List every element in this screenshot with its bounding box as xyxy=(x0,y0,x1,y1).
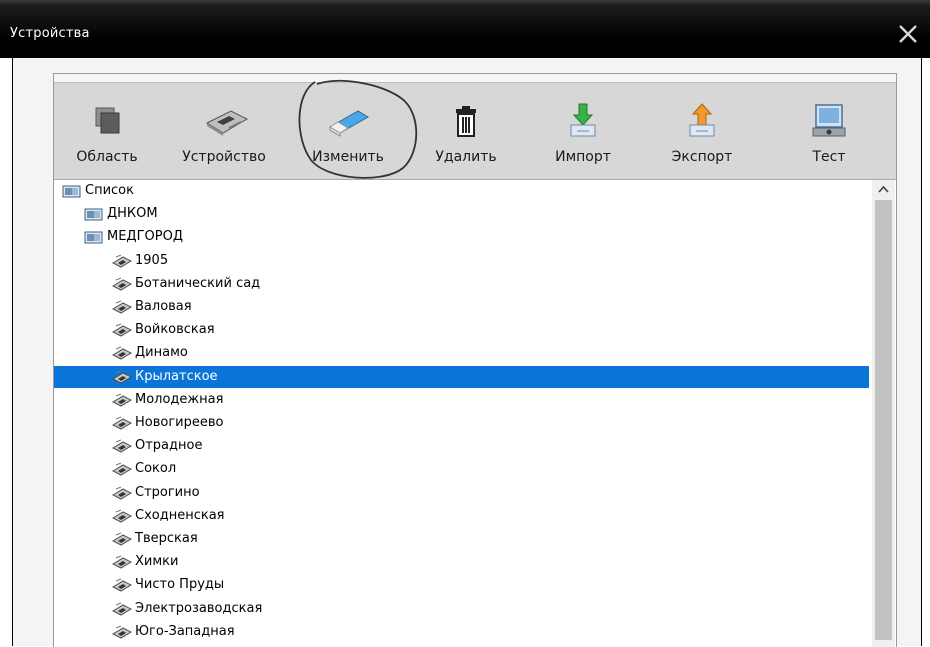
area-icon xyxy=(95,107,120,134)
folder-group-icon xyxy=(62,183,82,199)
scroll-up-arrow-icon[interactable] xyxy=(872,180,895,198)
close-icon[interactable] xyxy=(896,22,920,46)
import-icon xyxy=(570,103,596,137)
tree-device-item[interactable]: Валовая xyxy=(54,296,869,318)
edit-button[interactable]: Изменить xyxy=(288,83,408,179)
area-label: Область xyxy=(76,149,138,165)
network-test-icon xyxy=(812,104,846,137)
import-button[interactable]: Импорт xyxy=(524,83,642,179)
dialog-border xyxy=(921,58,922,646)
tree-device-item[interactable]: Отрадное xyxy=(54,435,869,457)
tree-item-label: Новогиреево xyxy=(135,415,224,430)
tree-item-label: Химки xyxy=(135,554,179,570)
tree-item-label: Список xyxy=(85,183,134,198)
tree-device-item[interactable]: Молодежная xyxy=(54,389,869,411)
test-label: Тест xyxy=(812,149,846,165)
device-node-icon xyxy=(111,577,133,593)
device-node-icon xyxy=(111,392,133,408)
import-label: Импорт xyxy=(555,149,611,165)
export-label: Экспорт xyxy=(671,149,733,165)
tree-device-item[interactable]: Сокол xyxy=(54,458,869,480)
device-node-icon xyxy=(111,322,133,338)
title-bar: Устройства xyxy=(0,0,930,58)
device-tree: Список ДНКОМ МЕДГОРОД 1905 Ботанический сад В… xyxy=(54,180,874,647)
tree-item-label: Отрадное xyxy=(135,438,203,454)
tree-item-label: Строгино xyxy=(135,484,200,500)
tree-item-label: Сходненская xyxy=(135,507,225,523)
tree-item-label: Сокол xyxy=(135,461,177,477)
panel-header xyxy=(54,74,896,83)
tree-item-label: ДНКОМ xyxy=(107,206,158,222)
device-node-icon xyxy=(111,461,133,477)
device-node-icon xyxy=(111,601,133,617)
tree-item-label: 1905 xyxy=(135,252,169,268)
tree-item-label: Динамо xyxy=(135,345,188,361)
eraser-icon xyxy=(329,110,369,137)
toolbar: Область Устройство Изменить Удалить Импо… xyxy=(54,83,896,180)
device-node-icon xyxy=(111,508,133,524)
tree-item-label: Войковская xyxy=(135,322,215,338)
tree-device-item[interactable]: Войковская xyxy=(54,319,869,341)
tree-device-item[interactable]: Тверская xyxy=(54,528,869,550)
tree-device-item[interactable]: Юго-Западная xyxy=(54,621,869,643)
device-node-icon xyxy=(111,415,133,431)
dialog-border xyxy=(12,58,13,646)
tree-group[interactable]: ДНКОМ xyxy=(54,203,869,225)
tree-item-label: Валовая xyxy=(135,299,192,314)
device-node-icon xyxy=(111,485,133,501)
tree-group[interactable]: МЕДГОРОД xyxy=(54,226,869,248)
device-node-icon xyxy=(111,345,133,361)
device-node-icon xyxy=(111,624,133,640)
device-node-icon xyxy=(111,276,133,292)
export-button[interactable]: Экспорт xyxy=(642,83,762,179)
tree-device-item[interactable]: Чисто Пруды xyxy=(54,574,869,596)
folder-group-icon xyxy=(84,229,104,245)
test-button[interactable]: Тест xyxy=(762,83,896,179)
tree-device-item[interactable]: Электрозаводская xyxy=(54,598,869,620)
window-title: Устройства xyxy=(10,26,90,41)
tree-device-item[interactable]: Ботанический сад xyxy=(54,273,869,295)
device-node-icon xyxy=(111,554,133,570)
tree-device-item[interactable]: Новогиреево xyxy=(54,412,869,434)
area-button[interactable]: Область xyxy=(54,83,160,179)
tree-item-label: Чисто Пруды xyxy=(135,577,225,593)
device-card-icon xyxy=(205,110,248,136)
edit-label: Изменить xyxy=(312,149,384,165)
tree-root[interactable]: Список xyxy=(54,180,869,202)
device-node-icon xyxy=(111,531,133,547)
device-panel: Область Устройство Изменить Удалить Импо… xyxy=(53,73,897,647)
tree-device-item[interactable]: Химки xyxy=(54,551,869,573)
device-node-icon xyxy=(111,369,133,385)
tree-device-item[interactable]: Строгино xyxy=(54,482,869,504)
tree-item-label: Юго-Западная xyxy=(135,623,235,639)
delete-label: Удалить xyxy=(435,149,497,165)
tree-item-label: Крылатское xyxy=(135,368,218,384)
tree-item-label: МЕДГОРОД xyxy=(107,229,183,245)
tree-item-label: Электрозаводская xyxy=(135,600,263,616)
folder-group-icon xyxy=(84,206,104,222)
tree-device-item[interactable]: Сходненская xyxy=(54,505,869,527)
tree-device-item[interactable]: 1905 xyxy=(54,250,869,272)
tree-device-item[interactable]: Динамо xyxy=(54,342,869,364)
export-icon xyxy=(689,103,715,137)
device-node-icon xyxy=(111,253,133,269)
device-node-icon xyxy=(111,299,133,315)
scrollbar-thumb[interactable] xyxy=(875,200,892,640)
tree-device-item[interactable]: Крылатское xyxy=(54,365,869,388)
tree-item-label: Ботанический сад xyxy=(135,275,261,291)
device-button[interactable]: Устройство xyxy=(160,83,288,179)
device-node-icon xyxy=(111,438,133,454)
tree-item-label: Тверская xyxy=(135,531,198,546)
tree-item-label: Молодежная xyxy=(135,391,224,407)
device-label: Устройство xyxy=(182,149,266,165)
vertical-scrollbar[interactable] xyxy=(872,180,895,647)
trash-icon xyxy=(456,106,476,137)
delete-button[interactable]: Удалить xyxy=(408,83,524,179)
